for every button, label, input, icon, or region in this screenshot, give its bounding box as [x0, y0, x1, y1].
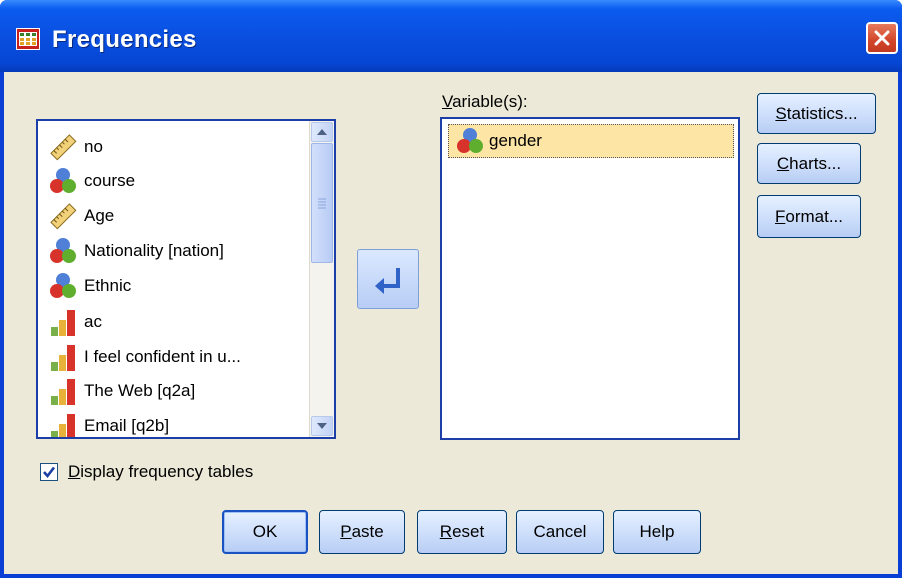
- list-item-label: no: [84, 137, 103, 156]
- list-item-label: gender: [489, 131, 542, 150]
- paste-button-label: Paste: [340, 522, 384, 541]
- ok-button-label: OK: [252, 522, 278, 541]
- nominal-circles-icon: [48, 166, 78, 196]
- close-button[interactable]: [866, 22, 898, 54]
- list-item[interactable]: Email [q2b]: [48, 409, 170, 437]
- list-item[interactable]: Ethnic: [48, 269, 131, 303]
- scale-ruler-icon: [48, 132, 78, 162]
- charts-button[interactable]: Charts...: [757, 143, 861, 184]
- scale-ruler-icon: [48, 201, 78, 231]
- list-item-label: Nationality [nation]: [84, 241, 224, 260]
- list-item-label: Age: [84, 206, 115, 225]
- list-item[interactable]: course: [48, 164, 135, 198]
- display-frequency-tables-option[interactable]: Display frequency tables: [40, 462, 253, 482]
- arrow-up-icon: [317, 129, 327, 135]
- reset-button[interactable]: Reset: [417, 510, 507, 554]
- list-item[interactable]: no: [48, 130, 103, 164]
- cancel-button-label: Cancel: [533, 522, 587, 541]
- variables-label: Variable(s):: [442, 92, 528, 111]
- title-bar[interactable]: Frequencies: [0, 0, 902, 72]
- help-button-label: Help: [639, 522, 675, 541]
- arrow-down-icon: [317, 423, 327, 429]
- checkmark-icon: [43, 466, 56, 479]
- charts-button-label: Charts...: [776, 153, 842, 173]
- list-item-label: Email [q2b]: [84, 416, 170, 435]
- format-button-label: Format...: [774, 206, 843, 226]
- frequencies-dialog: Frequencies no course Age Nationality [nati…: [0, 0, 902, 578]
- list-item-label: course: [84, 171, 136, 190]
- ordinal-bars-icon: [48, 411, 78, 437]
- spss-table-icon: [16, 28, 40, 50]
- selected-variables-list[interactable]: gender: [440, 117, 740, 440]
- list-item-label: ac: [84, 312, 102, 331]
- list-item-label: I feel confident in u...: [84, 347, 241, 366]
- statistics-button[interactable]: Statistics...: [757, 93, 876, 134]
- grip-icon: [318, 198, 326, 209]
- scroll-thumb[interactable]: [311, 143, 333, 263]
- cancel-button[interactable]: Cancel: [516, 510, 604, 554]
- ordinal-bars-icon: [48, 342, 78, 372]
- nominal-circles-icon: [48, 236, 78, 266]
- ordinal-bars-icon: [48, 376, 78, 406]
- ordinal-bars-icon: [48, 307, 78, 337]
- ok-button[interactable]: OK: [222, 510, 308, 554]
- checkbox-label: Display frequency tables: [68, 462, 254, 481]
- close-icon: [874, 30, 890, 46]
- scroll-up-button[interactable]: [311, 122, 333, 142]
- window-title: Frequencies: [52, 26, 197, 53]
- display-frequency-tables-checkbox[interactable]: [40, 463, 58, 481]
- move-arrow-icon: [375, 268, 400, 294]
- source-variable-list[interactable]: no course Age Nationality [nation] Ethnic ac I…: [36, 119, 336, 439]
- nominal-circles-icon: [48, 271, 78, 301]
- list-item[interactable]: Nationality [nation]: [48, 234, 224, 268]
- move-variable-button[interactable]: [357, 249, 419, 309]
- vertical-scrollbar[interactable]: [309, 121, 334, 437]
- list-item[interactable]: ac: [48, 305, 102, 339]
- paste-button[interactable]: Paste: [319, 510, 405, 554]
- list-item-label: Ethnic: [84, 276, 132, 295]
- list-item[interactable]: I feel confident in u...: [48, 340, 241, 374]
- format-button[interactable]: Format...: [757, 195, 861, 238]
- list-item-label: The Web [q2a]: [84, 381, 196, 400]
- list-item-gender[interactable]: gender: [448, 124, 734, 158]
- scroll-down-button[interactable]: [311, 416, 333, 436]
- statistics-button-label: Statistics...: [775, 103, 858, 123]
- help-button[interactable]: Help: [613, 510, 701, 554]
- list-item[interactable]: Age: [48, 199, 114, 233]
- list-item[interactable]: The Web [q2a]: [48, 374, 195, 408]
- reset-button-label: Reset: [439, 522, 485, 541]
- nominal-circles-icon: [455, 126, 485, 156]
